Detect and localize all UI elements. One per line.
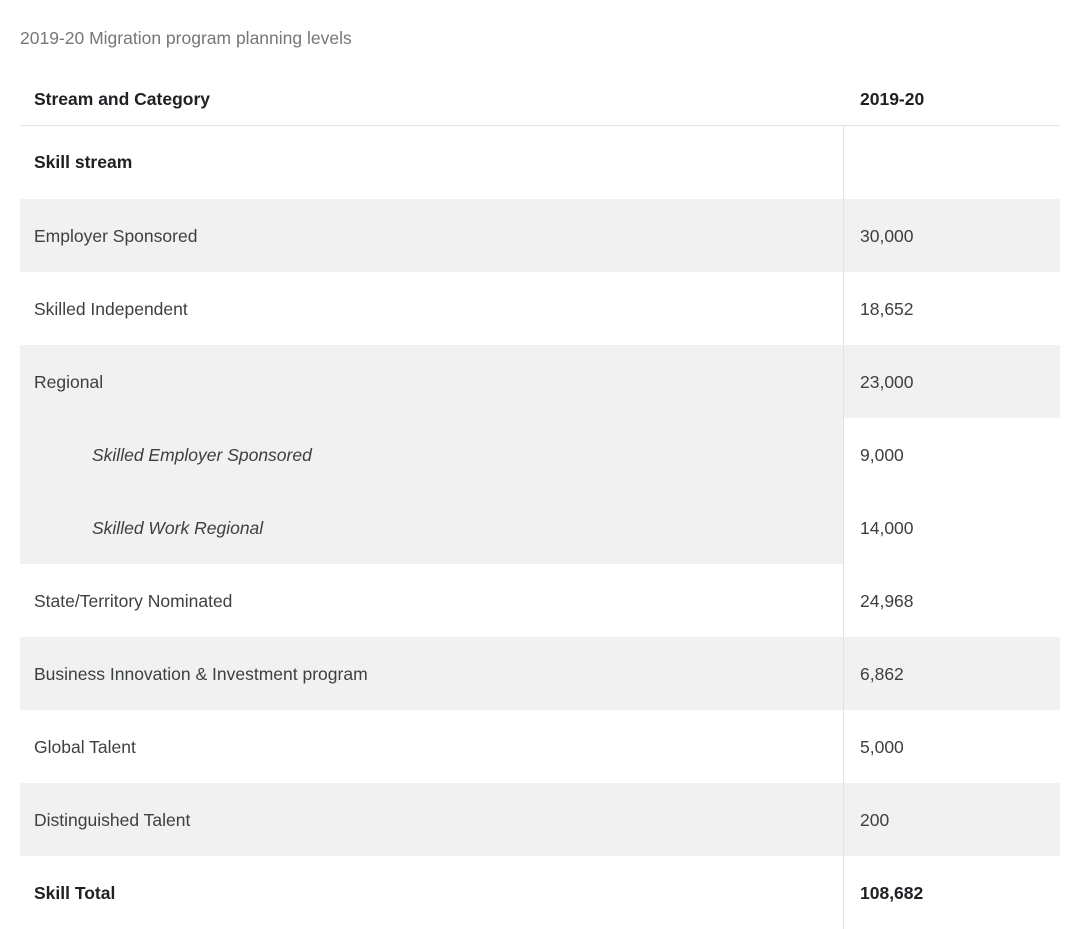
table-total-row: Skill Total 108,682 xyxy=(20,856,1060,929)
migration-planning-levels-page: 2019-20 Migration program planning level… xyxy=(0,0,1080,929)
cell-stream-and-category: Skilled Employer Sponsored xyxy=(20,418,843,491)
cell-stream-and-category: Business Innovation & Investment program xyxy=(20,637,843,710)
table-row: Employer Sponsored 30,000 xyxy=(20,199,1060,272)
cell-year-value: 30,000 xyxy=(843,199,1060,272)
table-row: Global Talent 5,000 xyxy=(20,710,1060,783)
cell-year-value: 24,968 xyxy=(860,590,914,611)
table-row: Distinguished Talent 200 xyxy=(20,783,1060,856)
table-caption: 2019-20 Migration program planning level… xyxy=(20,28,352,48)
cell-year-value: 9,000 xyxy=(860,444,904,465)
cell-year-value: 5,000 xyxy=(860,736,904,757)
value-column-divider xyxy=(843,125,844,929)
table-body: Skill stream Employer Sponsored 30,000 Skil… xyxy=(20,125,1060,929)
table-row: Regional 23,000 xyxy=(20,345,1060,418)
table-row: Skilled Independent 18,652 xyxy=(20,272,1060,345)
cell-stream-and-category: Skilled Work Regional xyxy=(20,491,843,564)
cell-stream-and-category: Skill stream xyxy=(34,152,133,172)
table-row: Skilled Work Regional 14,000 xyxy=(20,491,1060,564)
cell-stream-and-category: State/Territory Nominated xyxy=(34,590,233,611)
cell-stream-and-category: Global Talent xyxy=(34,736,136,757)
cell-stream-and-category: Employer Sponsored xyxy=(20,199,843,272)
cell-year-value: 14,000 xyxy=(860,517,914,538)
cell-stream-and-category: Distinguished Talent xyxy=(20,783,843,856)
table-row: Skilled Employer Sponsored 9,000 xyxy=(20,418,1060,491)
table-section-row: Skill stream xyxy=(20,125,1060,199)
cell-year-value: 6,862 xyxy=(843,637,1060,710)
cell-stream-and-category: Skill Total xyxy=(34,882,116,903)
cell-year-value: 23,000 xyxy=(843,345,1060,418)
table-row: State/Territory Nominated 24,968 xyxy=(20,564,1060,637)
cell-year-value xyxy=(843,125,1060,199)
table-header-row: Stream and Category 2019-20 xyxy=(20,72,1060,126)
cell-stream-and-category: Skilled Independent xyxy=(34,298,188,319)
cell-stream-and-category: Regional xyxy=(20,345,843,418)
cell-year-value: 18,652 xyxy=(860,298,914,319)
cell-year-value: 200 xyxy=(843,783,1060,856)
column-header-stream-and-category: Stream and Category xyxy=(34,88,211,109)
column-header-year: 2019-20 xyxy=(860,88,925,109)
table-row: Business Innovation & Investment program… xyxy=(20,637,1060,710)
migration-planning-levels-table: Stream and Category 2019-20 Skill stream… xyxy=(20,72,1060,929)
cell-year-value: 108,682 xyxy=(860,882,924,903)
